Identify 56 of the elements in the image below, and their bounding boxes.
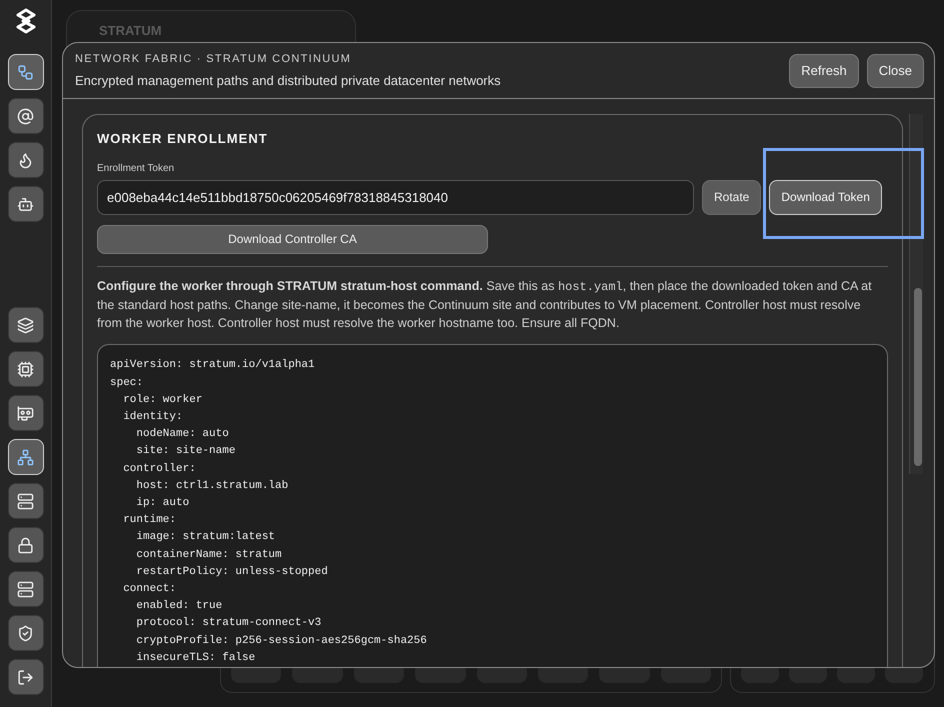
code-line: identity: xyxy=(122,410,183,425)
robot-icon xyxy=(17,196,34,212)
flame-icon xyxy=(17,152,34,168)
sidebar-button[interactable] xyxy=(8,615,44,651)
sidebar-button[interactable] xyxy=(8,351,44,387)
token-field[interactable]: e008eba44c14e511bbd18750c06205469f78318845318040 xyxy=(97,180,694,214)
code-line: enabled: true xyxy=(135,599,222,614)
instructions-text: Configure the worker through STRATUM stratum-host command. Save this as host.yaml, then place the downloaded token and CA at the standard host paths. Change site-name, it becomes the Continuum site and contributes to VM placement. Controller host must resolve from the worker host. Controller host must resolve the worker hostname too. Ensure all FQDN. xyxy=(97,278,873,332)
code-line: host: ctrl1.stratum.lab xyxy=(135,478,288,494)
sidebar-button[interactable] xyxy=(8,527,44,563)
field-label: Enrollment Token xyxy=(97,162,176,176)
code-line: runtime: xyxy=(122,513,176,528)
code-line: apiVersion: stratum.io/v1alpha1 xyxy=(110,358,315,374)
sidebar-button[interactable] xyxy=(8,98,44,134)
sidebar-button[interactable] xyxy=(8,483,44,519)
sidebar-button[interactable] xyxy=(8,395,44,431)
server-icon xyxy=(17,492,34,510)
code-line: connect: xyxy=(122,582,176,597)
layers-icon xyxy=(17,316,34,334)
lock-icon xyxy=(17,536,34,554)
card-title: STRATUM xyxy=(99,23,162,38)
sidebar-button[interactable] xyxy=(8,659,44,695)
code-line: restartPolicy: unless-stopped xyxy=(135,564,328,580)
flowchart-icon xyxy=(17,64,34,80)
chip-icon xyxy=(17,360,34,378)
download-ca-button[interactable]: Download Controller CA xyxy=(97,224,488,254)
logout-icon xyxy=(17,668,34,686)
shield-icon xyxy=(17,624,34,642)
close-button[interactable]: Close xyxy=(866,54,924,88)
scrollbar-thumb[interactable] xyxy=(914,288,922,466)
network-icon xyxy=(17,448,34,466)
code-line: cryptoProfile: p256-session-aes256gcm-sha256 xyxy=(135,634,427,649)
sidebar-button[interactable] xyxy=(8,571,44,607)
code-line: spec: xyxy=(110,376,144,391)
refresh-button[interactable]: Refresh xyxy=(789,54,859,88)
sidebar-button[interactable] xyxy=(8,307,44,343)
logo-icon xyxy=(14,8,36,34)
code-line: nodeName: auto xyxy=(135,427,229,442)
modal-eyebrow: NETWORK FABRIC · STRATUM CONTINUUM xyxy=(75,52,352,67)
code-line: role: worker xyxy=(122,392,202,408)
server-icon xyxy=(17,580,34,598)
sidebar-button[interactable] xyxy=(8,186,44,222)
at-sign-icon xyxy=(17,108,34,124)
modal-subtitle: Encrypted management paths and distributed private datacenter networks xyxy=(75,72,502,90)
code-line: site: site-name xyxy=(135,444,236,460)
graphics-card-icon xyxy=(17,404,34,422)
code-line: insecureTLS: false xyxy=(135,650,256,666)
rotate-button[interactable]: Rotate xyxy=(702,180,762,214)
code-line: protocol: stratum-connect-v3 xyxy=(135,616,322,632)
sidebar-button[interactable] xyxy=(8,142,44,178)
code-line: image: stratum:latest xyxy=(135,530,276,546)
code-line: controller: xyxy=(122,462,196,477)
code-line: containerName: stratum xyxy=(135,548,282,563)
download-token-button[interactable]: Download Token xyxy=(769,180,882,214)
code-line: ip: auto xyxy=(135,496,190,511)
section-title: WORKER ENROLLMENT xyxy=(97,130,269,148)
